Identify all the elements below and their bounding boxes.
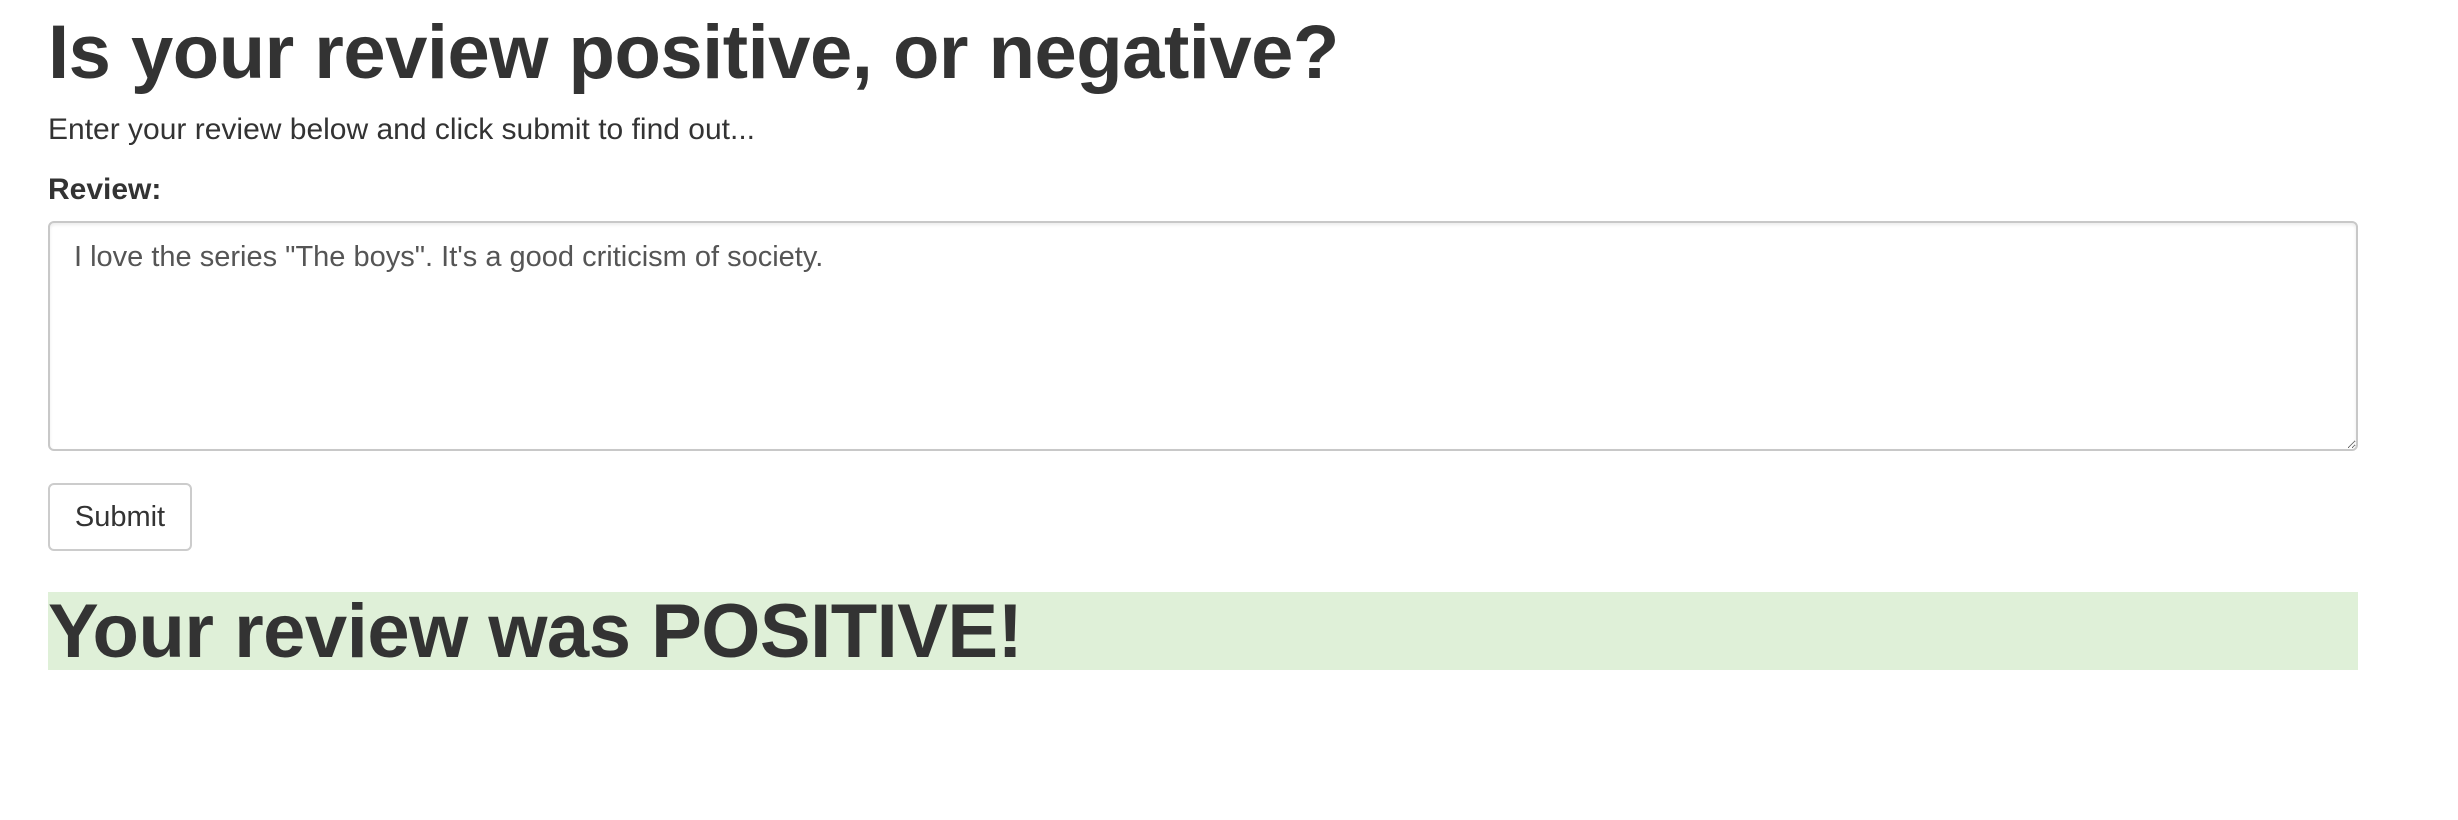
page-title: Is your review positive, or negative? bbox=[48, 10, 1339, 95]
result-banner: Your review was POSITIVE! bbox=[48, 590, 2358, 674]
page-subtitle: Enter your review below and click submit… bbox=[48, 113, 755, 146]
review-label: Review: bbox=[48, 173, 162, 206]
result-text: Your review was POSITIVE! bbox=[48, 589, 1023, 674]
submit-button[interactable]: Submit bbox=[48, 483, 192, 551]
review-textarea[interactable]: I love the series "The boys". It's a goo… bbox=[48, 221, 2358, 451]
